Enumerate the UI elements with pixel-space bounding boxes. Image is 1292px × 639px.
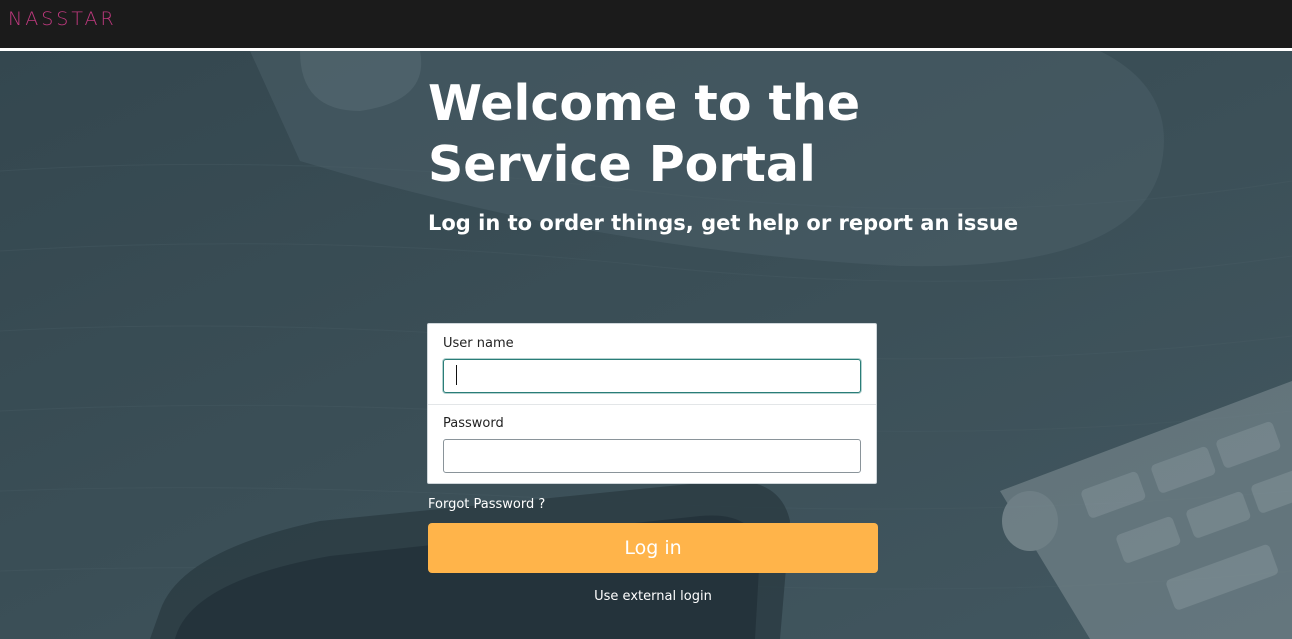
- hero-section: Welcome to the Service Portal Log in to …: [0, 51, 1292, 639]
- username-field-group: User name: [428, 324, 876, 405]
- page-subtitle: Log in to order things, get help or repo…: [428, 211, 1019, 235]
- text-cursor: [456, 365, 457, 385]
- password-label: Password: [443, 416, 504, 431]
- external-login-link[interactable]: Use external login: [428, 589, 878, 604]
- password-input[interactable]: [443, 439, 861, 473]
- top-navigation-bar: NASSTAR: [0, 0, 1292, 51]
- login-form: User name Password: [427, 323, 877, 484]
- page-title: Welcome to the Service Portal: [428, 75, 861, 193]
- password-field-group: Password: [428, 404, 876, 484]
- forgot-password-link[interactable]: Forgot Password ?: [428, 497, 545, 512]
- login-button[interactable]: Log in: [428, 523, 878, 573]
- nasstar-logo[interactable]: NASSTAR: [8, 8, 117, 30]
- username-input[interactable]: [443, 359, 861, 393]
- username-label: User name: [443, 336, 514, 351]
